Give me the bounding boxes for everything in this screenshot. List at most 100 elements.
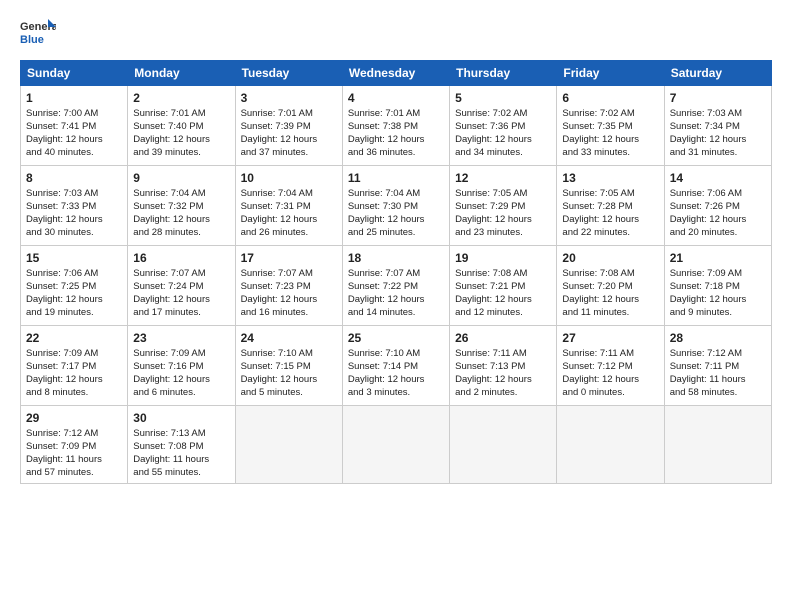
page: General Blue Sunday Monday Tuesday Wedne… bbox=[0, 0, 792, 612]
day-info: and 9 minutes. bbox=[670, 307, 766, 320]
day-info: and 6 minutes. bbox=[133, 387, 229, 400]
day-info: Daylight: 11 hours bbox=[26, 454, 122, 467]
calendar-cell: 23Sunrise: 7:09 AMSunset: 7:16 PMDayligh… bbox=[128, 326, 235, 406]
day-info: Sunset: 7:22 PM bbox=[348, 281, 444, 294]
day-info: Sunset: 7:13 PM bbox=[455, 361, 551, 374]
calendar-cell bbox=[342, 406, 449, 484]
day-number: 4 bbox=[348, 90, 444, 106]
day-info: Daylight: 12 hours bbox=[670, 134, 766, 147]
day-info: Daylight: 12 hours bbox=[455, 134, 551, 147]
day-info: Daylight: 12 hours bbox=[133, 214, 229, 227]
day-number: 30 bbox=[133, 410, 229, 426]
day-info: Daylight: 12 hours bbox=[133, 374, 229, 387]
day-info: Daylight: 12 hours bbox=[562, 134, 658, 147]
day-info: Sunrise: 7:01 AM bbox=[348, 108, 444, 121]
day-info: Sunrise: 7:05 AM bbox=[455, 188, 551, 201]
day-number: 1 bbox=[26, 90, 122, 106]
day-info: Sunset: 7:29 PM bbox=[455, 201, 551, 214]
svg-text:Blue: Blue bbox=[20, 34, 44, 46]
calendar-cell: 14Sunrise: 7:06 AMSunset: 7:26 PMDayligh… bbox=[664, 166, 771, 246]
day-info: Daylight: 12 hours bbox=[241, 134, 337, 147]
header-tuesday: Tuesday bbox=[235, 61, 342, 86]
day-info: and 57 minutes. bbox=[26, 467, 122, 480]
day-info: Daylight: 12 hours bbox=[348, 214, 444, 227]
day-info: Daylight: 12 hours bbox=[348, 294, 444, 307]
day-info: Sunset: 7:14 PM bbox=[348, 361, 444, 374]
calendar-cell bbox=[450, 406, 557, 484]
day-info: Sunrise: 7:08 AM bbox=[455, 268, 551, 281]
day-info: Sunrise: 7:02 AM bbox=[455, 108, 551, 121]
day-number: 29 bbox=[26, 410, 122, 426]
calendar-cell: 7Sunrise: 7:03 AMSunset: 7:34 PMDaylight… bbox=[664, 86, 771, 166]
day-info: Sunrise: 7:12 AM bbox=[670, 348, 766, 361]
day-info: Sunset: 7:34 PM bbox=[670, 121, 766, 134]
day-info: and 31 minutes. bbox=[670, 147, 766, 160]
day-info: Sunset: 7:09 PM bbox=[26, 441, 122, 454]
header-monday: Monday bbox=[128, 61, 235, 86]
day-info: and 5 minutes. bbox=[241, 387, 337, 400]
day-info: Sunrise: 7:00 AM bbox=[26, 108, 122, 121]
calendar-cell: 24Sunrise: 7:10 AMSunset: 7:15 PMDayligh… bbox=[235, 326, 342, 406]
calendar-cell: 3Sunrise: 7:01 AMSunset: 7:39 PMDaylight… bbox=[235, 86, 342, 166]
day-info: and 58 minutes. bbox=[670, 387, 766, 400]
day-info: Sunset: 7:11 PM bbox=[670, 361, 766, 374]
day-info: and 34 minutes. bbox=[455, 147, 551, 160]
calendar-cell: 11Sunrise: 7:04 AMSunset: 7:30 PMDayligh… bbox=[342, 166, 449, 246]
day-info: Daylight: 12 hours bbox=[562, 214, 658, 227]
logo-svg: General Blue bbox=[20, 16, 56, 52]
day-info: Sunset: 7:25 PM bbox=[26, 281, 122, 294]
day-info: Sunset: 7:23 PM bbox=[241, 281, 337, 294]
calendar-cell: 21Sunrise: 7:09 AMSunset: 7:18 PMDayligh… bbox=[664, 246, 771, 326]
day-info: and 11 minutes. bbox=[562, 307, 658, 320]
day-info: Daylight: 12 hours bbox=[26, 374, 122, 387]
day-info: Sunrise: 7:07 AM bbox=[133, 268, 229, 281]
day-info: Sunset: 7:32 PM bbox=[133, 201, 229, 214]
day-number: 12 bbox=[455, 170, 551, 186]
calendar-cell bbox=[235, 406, 342, 484]
day-info: and 0 minutes. bbox=[562, 387, 658, 400]
day-info: Sunrise: 7:07 AM bbox=[241, 268, 337, 281]
day-info: Sunset: 7:24 PM bbox=[133, 281, 229, 294]
calendar-cell: 22Sunrise: 7:09 AMSunset: 7:17 PMDayligh… bbox=[21, 326, 128, 406]
day-info: and 28 minutes. bbox=[133, 227, 229, 240]
day-number: 10 bbox=[241, 170, 337, 186]
header-friday: Friday bbox=[557, 61, 664, 86]
calendar-cell: 15Sunrise: 7:06 AMSunset: 7:25 PMDayligh… bbox=[21, 246, 128, 326]
day-info: Sunset: 7:26 PM bbox=[670, 201, 766, 214]
day-info: and 40 minutes. bbox=[26, 147, 122, 160]
calendar-cell: 13Sunrise: 7:05 AMSunset: 7:28 PMDayligh… bbox=[557, 166, 664, 246]
day-info: and 36 minutes. bbox=[348, 147, 444, 160]
calendar-cell: 12Sunrise: 7:05 AMSunset: 7:29 PMDayligh… bbox=[450, 166, 557, 246]
day-number: 6 bbox=[562, 90, 658, 106]
day-info: Sunrise: 7:10 AM bbox=[348, 348, 444, 361]
day-info: Daylight: 12 hours bbox=[455, 294, 551, 307]
day-info: and 30 minutes. bbox=[26, 227, 122, 240]
day-info: Daylight: 12 hours bbox=[670, 214, 766, 227]
day-number: 15 bbox=[26, 250, 122, 266]
header-saturday: Saturday bbox=[664, 61, 771, 86]
day-info: Daylight: 12 hours bbox=[241, 214, 337, 227]
day-info: Daylight: 12 hours bbox=[455, 374, 551, 387]
calendar-cell: 9Sunrise: 7:04 AMSunset: 7:32 PMDaylight… bbox=[128, 166, 235, 246]
day-info: Sunset: 7:18 PM bbox=[670, 281, 766, 294]
day-number: 25 bbox=[348, 330, 444, 346]
header-wednesday: Wednesday bbox=[342, 61, 449, 86]
day-info: and 39 minutes. bbox=[133, 147, 229, 160]
day-number: 7 bbox=[670, 90, 766, 106]
day-info: Sunrise: 7:04 AM bbox=[348, 188, 444, 201]
header-thursday: Thursday bbox=[450, 61, 557, 86]
day-info: Sunrise: 7:08 AM bbox=[562, 268, 658, 281]
day-info: Daylight: 12 hours bbox=[133, 294, 229, 307]
day-number: 3 bbox=[241, 90, 337, 106]
day-info: Sunset: 7:12 PM bbox=[562, 361, 658, 374]
day-info: Daylight: 11 hours bbox=[133, 454, 229, 467]
day-info: and 3 minutes. bbox=[348, 387, 444, 400]
day-info: Sunrise: 7:09 AM bbox=[26, 348, 122, 361]
day-number: 13 bbox=[562, 170, 658, 186]
day-info: Sunset: 7:16 PM bbox=[133, 361, 229, 374]
day-info: Daylight: 12 hours bbox=[348, 134, 444, 147]
day-info: Sunrise: 7:13 AM bbox=[133, 428, 229, 441]
calendar-cell: 26Sunrise: 7:11 AMSunset: 7:13 PMDayligh… bbox=[450, 326, 557, 406]
day-number: 5 bbox=[455, 90, 551, 106]
day-info: Sunset: 7:20 PM bbox=[562, 281, 658, 294]
